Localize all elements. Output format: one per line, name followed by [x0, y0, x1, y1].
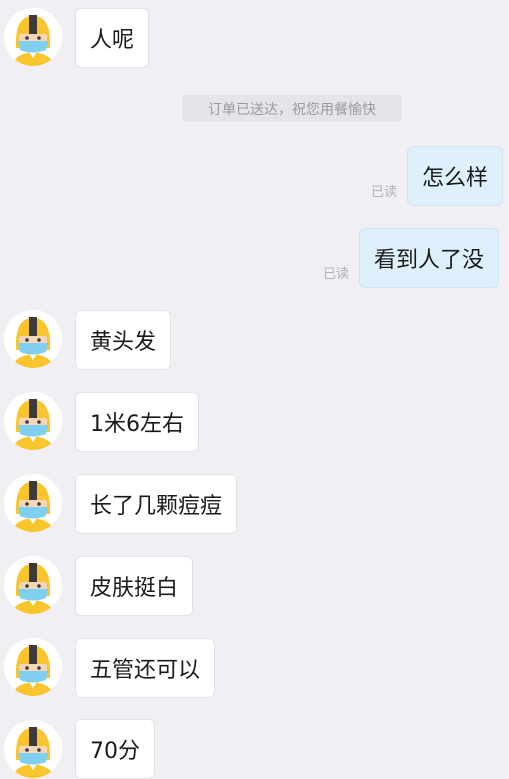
message-bubble[interactable]: 1米6左右 [75, 392, 199, 452]
message-bubble[interactable]: 人呢 [75, 8, 150, 68]
courier-avatar-icon[interactable] [4, 8, 62, 66]
courier-avatar-icon[interactable] [4, 720, 62, 778]
courier-avatar-icon[interactable] [4, 474, 62, 532]
read-status: 已读 [371, 185, 398, 200]
courier-avatar-icon[interactable] [4, 556, 62, 614]
message-bubble[interactable]: 五管还可以 [75, 638, 216, 698]
message-bubble[interactable]: 看到人了没 [359, 228, 500, 288]
message-bubble[interactable]: 皮肤挺白 [75, 556, 194, 616]
message-bubble[interactable]: 70分 [75, 719, 155, 779]
message-bubble[interactable]: 长了几颗痘痘 [75, 474, 238, 534]
chat-window: 人呢 订单已送达，祝您用餐愉快 已读 怎么样 已读 看到人了没 黄头发 1米6左… [0, 0, 509, 779]
courier-avatar-icon[interactable] [4, 638, 62, 696]
system-notice: 订单已送达，祝您用餐愉快 [182, 95, 402, 122]
message-bubble[interactable]: 黄头发 [75, 310, 172, 370]
courier-avatar-icon[interactable] [4, 310, 62, 368]
message-bubble[interactable]: 怎么样 [407, 146, 504, 206]
courier-avatar-icon[interactable] [4, 392, 62, 450]
read-status: 已读 [323, 267, 350, 282]
